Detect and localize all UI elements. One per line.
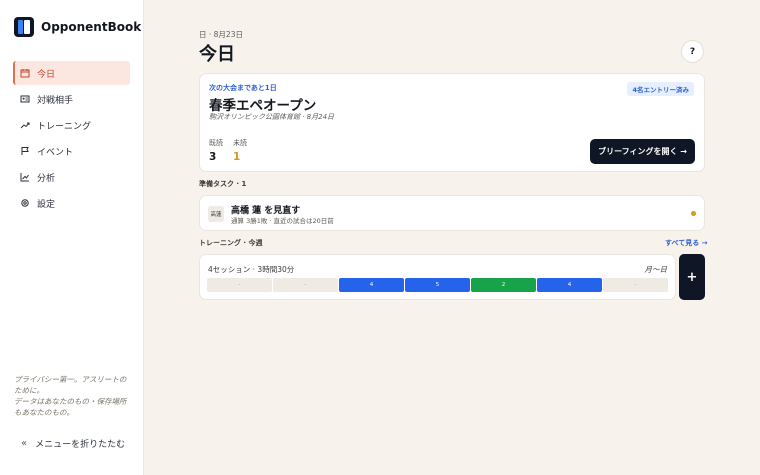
sidebar-item-training[interactable]: トレーニング [13,113,130,137]
prep-task-item[interactable]: 高蓮 高橋 蓮 を見直す 通算 3勝1敗 · 直近の試合は20日前 [199,195,705,231]
double-chevron-left-icon: « [21,438,28,449]
chart-icon [20,172,30,182]
event-name: 春季エペオープン [209,98,317,114]
unread-label: 未読 [233,139,247,147]
day-cell[interactable]: 5 [405,278,470,292]
sidebar: OpponentBook 今日 対戦相手 トレーニング イベント 分析 設定 プ… [0,0,144,475]
id-card-icon [20,94,30,104]
help-button[interactable]: ? [681,40,704,63]
calendar-icon [20,68,30,78]
event-countdown: 次の大会まであと1日 [209,84,277,92]
app-logo-icon [14,17,34,37]
collapse-menu-label: メニューを折りたたむ [35,440,126,450]
app-name: OpponentBook [41,20,142,34]
sidebar-item-settings[interactable]: 設定 [13,191,130,215]
training-heading: トレーニング · 今週 [199,239,263,247]
sidebar-item-label: 分析 [37,173,56,184]
day-cell[interactable]: 4 [339,278,404,292]
sidebar-item-opponents[interactable]: 対戦相手 [13,87,130,111]
unread-stat: 未読 1 [233,138,247,163]
sidebar-item-label: 今日 [37,69,56,80]
day-cell[interactable]: - [207,278,272,292]
sidebar-item-analytics[interactable]: 分析 [13,165,130,189]
next-event-card: 次の大会まであと1日 4名エントリー済み 春季エペオープン 駒沢オリンピック公園… [199,73,705,172]
week-days: - - 4 5 2 4 - [207,278,669,292]
sidebar-nav: 今日 対戦相手 トレーニング イベント 分析 設定 [13,61,130,217]
task-subtitle: 通算 3勝1敗 · 直近の試合は20日前 [231,217,334,225]
week-range: 月〜日 [644,265,668,274]
brand[interactable]: OpponentBook [14,17,141,37]
gear-icon [20,198,30,208]
sidebar-item-label: 設定 [37,199,56,210]
current-date: 日 · 8月23日 [199,30,243,39]
sidebar-item-events[interactable]: イベント [13,139,130,163]
page-title: 今日 [199,44,235,65]
day-cell[interactable]: - [273,278,338,292]
privacy-line-1: プライバシー第一。アスリートのために。 [14,375,127,395]
sidebar-item-label: 対戦相手 [37,95,74,106]
unread-value: 1 [233,151,241,163]
read-label: 既読 [209,139,223,147]
day-cell[interactable]: 2 [471,278,536,292]
prep-tasks-heading: 準備タスク · 1 [199,180,247,188]
sidebar-item-label: トレーニング [37,121,92,132]
read-value: 3 [209,151,217,163]
training-week-card: 4セッション · 3時間30分 月〜日 - - 4 5 2 4 - [199,254,676,300]
event-venue: 駒沢オリンピック公園体育館 · 8月24日 [209,113,335,121]
entry-count-badge: 4名エントリー済み [627,82,694,96]
sidebar-item-today[interactable]: 今日 [13,61,130,85]
avatar: 高蓮 [208,206,224,222]
add-session-button[interactable]: + [679,254,705,300]
flag-icon [20,146,30,156]
sidebar-item-label: イベント [37,147,74,158]
day-cell[interactable]: 4 [537,278,602,292]
collapse-menu-button[interactable]: « メニューを折りたたむ [21,437,125,450]
open-briefing-button[interactable]: ブリーフィングを開く → [590,139,695,164]
privacy-note: プライバシー第一。アスリートのために。 データはあなたのもの・保存場所もあなたの… [14,374,132,418]
week-summary: 4セッション · 3時間30分 [208,265,295,274]
main-content: 日 · 8月23日 今日 ? 次の大会まであと1日 4名エントリー済み 春季エペ… [144,0,760,475]
day-cell[interactable]: - [603,278,668,292]
trend-icon [20,120,30,130]
privacy-line-2: データはあなたのもの・保存場所もあなたのもの。 [14,397,127,417]
status-dot [691,211,696,216]
read-stat: 既読 3 [209,138,223,163]
see-all-link[interactable]: すべて見る → [665,238,708,248]
